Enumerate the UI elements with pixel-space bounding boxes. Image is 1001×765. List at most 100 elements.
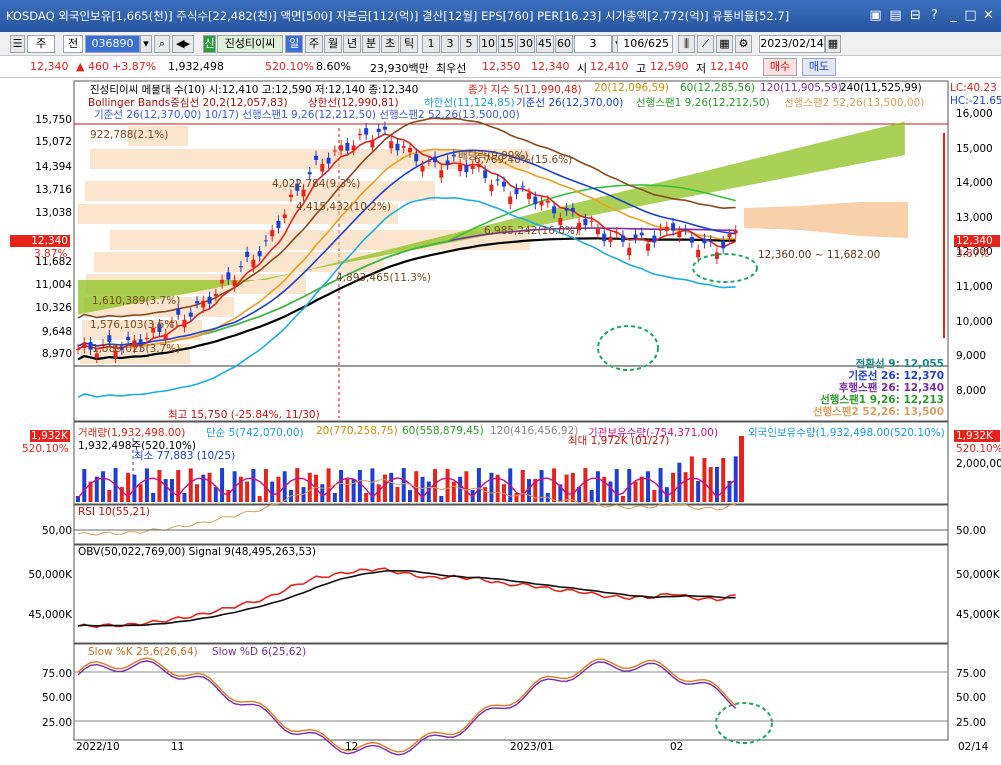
vp-label-1: 922,788(2.1%) bbox=[90, 129, 169, 141]
exchange-select[interactable]: 전 bbox=[63, 35, 83, 53]
calendar-icon[interactable]: ▦ bbox=[825, 35, 841, 53]
speaker-icon[interactable]: ◀▸ bbox=[172, 35, 194, 53]
low-price: 12,140 bbox=[710, 60, 749, 73]
chart-canvas[interactable] bbox=[0, 78, 1001, 765]
search-icon[interactable]: ⌕ bbox=[154, 35, 170, 53]
volume-bar bbox=[677, 462, 682, 502]
volume-bar bbox=[138, 484, 143, 502]
volume-bar bbox=[464, 471, 469, 502]
minute-button-1[interactable]: 1 bbox=[422, 35, 440, 53]
interval-select[interactable]: 3 bbox=[574, 35, 612, 53]
candle-body bbox=[589, 220, 594, 222]
period-tab-1[interactable]: 주 bbox=[305, 35, 323, 53]
price-change-pct: +3.87% bbox=[112, 60, 157, 73]
market-select[interactable]: 주 bbox=[27, 35, 55, 53]
menu-icon[interactable]: ☰ bbox=[10, 35, 25, 53]
candle-count: 106/625 bbox=[617, 35, 673, 53]
candle-body bbox=[570, 207, 575, 212]
period-tab-5[interactable]: 초 bbox=[381, 35, 399, 53]
volume-bar bbox=[489, 472, 494, 502]
price-axis-right-label: 10,000 bbox=[956, 315, 993, 328]
volume-bar bbox=[144, 468, 149, 502]
open-price: 12,410 bbox=[590, 60, 629, 73]
period-tab-4[interactable]: 분 bbox=[362, 35, 380, 53]
candle-body bbox=[332, 150, 337, 152]
volume-bar bbox=[295, 468, 300, 502]
period-tab-6[interactable]: 틱 bbox=[400, 35, 418, 53]
candle-body bbox=[345, 142, 350, 151]
price-axis-right-label: 9,000 bbox=[956, 350, 987, 363]
minute-button-3[interactable]: 3 bbox=[441, 35, 459, 53]
chart-area[interactable]: 진성티이씨 메물대 수(10) 시:12,410 고:12,590 저:12,1… bbox=[0, 78, 1001, 765]
sell-button[interactable]: 매도 bbox=[802, 58, 836, 76]
vol-legend-4: 120(416,456,92) bbox=[490, 425, 579, 437]
candle-body bbox=[458, 164, 463, 172]
candle-body bbox=[257, 251, 262, 257]
pct-tag-left: 3.87% bbox=[34, 248, 68, 260]
price-axis-left-label: 13,038 bbox=[35, 207, 72, 219]
volume-bar bbox=[195, 484, 200, 502]
volume-bar bbox=[589, 490, 594, 502]
candle-body bbox=[539, 201, 544, 206]
stoch-d-header: Slow %D 6(25,62) bbox=[212, 646, 307, 658]
gear-icon[interactable]: ⚙ bbox=[735, 35, 752, 53]
help-icon[interactable]: ? bbox=[926, 7, 943, 24]
minute-button-15[interactable]: 15 bbox=[498, 35, 516, 53]
volume-bar bbox=[364, 492, 369, 502]
high-label: 고 bbox=[636, 62, 647, 75]
candle-body bbox=[451, 154, 456, 157]
minute-button-5[interactable]: 5 bbox=[460, 35, 478, 53]
save-icon[interactable]: ▦ bbox=[716, 35, 733, 53]
period-tab-2[interactable]: 월 bbox=[324, 35, 342, 53]
vp-label-2: 4,022,784(9.3%) bbox=[272, 178, 361, 190]
line-tool-icon[interactable]: ⟋ bbox=[697, 35, 714, 53]
volume-bar bbox=[696, 481, 701, 502]
price-axis-left-label: 10,326 bbox=[35, 302, 72, 314]
period-tab-3[interactable]: 년 bbox=[343, 35, 361, 53]
volume-bar bbox=[476, 468, 481, 502]
x-label-current: 02/14 bbox=[958, 741, 989, 753]
period-tab-0[interactable]: 일 bbox=[285, 35, 303, 53]
candle-icon[interactable]: ⫼ bbox=[678, 35, 695, 53]
candle-body bbox=[364, 128, 369, 135]
price-axis-right-label: 8,000 bbox=[956, 384, 987, 397]
rsi-axis-left: 50,00 bbox=[41, 525, 72, 537]
candle-body bbox=[314, 155, 319, 160]
minute-button-45[interactable]: 45 bbox=[536, 35, 554, 53]
minute-button-10[interactable]: 10 bbox=[479, 35, 497, 53]
layout-icon[interactable]: ▤ bbox=[887, 7, 904, 24]
title-text: KOSDAQ 외국인보유[1,665(천)] 주식수[22,482(천)] 액면… bbox=[6, 9, 790, 23]
candle-body bbox=[533, 196, 538, 205]
lock-icon[interactable]: ⊟ bbox=[907, 7, 924, 24]
minute-button-30[interactable]: 30 bbox=[517, 35, 535, 53]
maximize-icon[interactable]: □ bbox=[962, 7, 979, 24]
stock-code-input[interactable]: 036890 bbox=[85, 35, 140, 53]
chevron-down-icon[interactable]: ▾ bbox=[140, 35, 152, 53]
candle-body bbox=[495, 179, 500, 181]
minimize-icon[interactable]: _ bbox=[945, 7, 962, 24]
candle-body bbox=[445, 160, 450, 165]
window-icon[interactable]: ▣ bbox=[867, 7, 884, 24]
candle-body bbox=[339, 145, 344, 151]
stoch-axis-right-3: 25.00 bbox=[956, 717, 987, 729]
minute-button-60[interactable]: 60 bbox=[555, 35, 573, 53]
volume-bar bbox=[357, 470, 362, 502]
buy-button[interactable]: 매수 bbox=[763, 58, 797, 76]
candle-body bbox=[671, 223, 676, 231]
ichi-legend-extra: 기준선 26(12,370,00) 10/17) 선행스팬1 9,26(12,2… bbox=[94, 109, 520, 121]
volume-bar bbox=[326, 468, 331, 502]
vol-legend-3: 60(558,879,45) bbox=[402, 425, 484, 437]
candle-body bbox=[357, 133, 362, 136]
vp-label-6: 4,893,465(11.3%) bbox=[336, 272, 431, 284]
date-input[interactable]: 2023/02/14 bbox=[759, 35, 825, 53]
volume-bar bbox=[445, 469, 450, 502]
candle-body bbox=[82, 342, 87, 349]
close-icon[interactable]: ✕ bbox=[980, 7, 997, 24]
price-axis-right-label: 14,000 bbox=[956, 177, 993, 190]
x-label-jan: 2023/01 bbox=[510, 741, 554, 753]
volume-bar bbox=[458, 476, 463, 502]
candle-body bbox=[301, 189, 306, 197]
volume-bar bbox=[646, 471, 651, 502]
candle-body bbox=[708, 240, 713, 242]
volume-bar bbox=[345, 479, 350, 502]
